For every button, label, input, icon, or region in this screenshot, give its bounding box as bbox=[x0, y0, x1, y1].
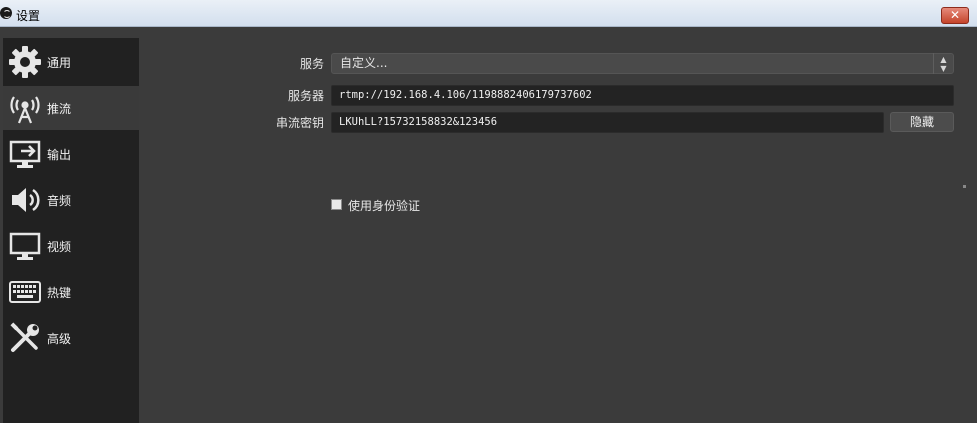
service-select[interactable]: 自定义... ▲ ▼ bbox=[331, 53, 954, 74]
sidebar-item-label: 视频 bbox=[47, 239, 72, 254]
panel-edge-marker bbox=[963, 185, 966, 188]
window-title: 设置 bbox=[16, 9, 41, 23]
tools-icon bbox=[5, 318, 45, 358]
sidebar-item-label: 推流 bbox=[47, 101, 72, 116]
broadcast-tower-icon bbox=[5, 88, 45, 128]
use-auth-label[interactable]: 使用身份验证 bbox=[348, 197, 420, 214]
sidebar-item-label: 高级 bbox=[47, 331, 72, 346]
speaker-icon bbox=[5, 180, 45, 220]
settings-sidebar: 通用 推流 输出 音频 视频 热键 高级 bbox=[3, 38, 139, 423]
sidebar-item-general[interactable]: 通用 bbox=[3, 40, 139, 84]
monitor-output-icon bbox=[5, 134, 45, 174]
service-select-value: 自定义... bbox=[340, 56, 388, 70]
use-auth-checkbox[interactable] bbox=[331, 199, 342, 210]
sidebar-item-audio[interactable]: 音频 bbox=[3, 178, 139, 222]
stream-key-label: 串流密钥 bbox=[275, 116, 324, 130]
sidebar-item-label: 通用 bbox=[47, 55, 72, 70]
service-label: 服务 bbox=[299, 57, 324, 71]
sidebar-item-output[interactable]: 输出 bbox=[3, 132, 139, 176]
sidebar-item-label: 音频 bbox=[47, 193, 72, 208]
close-icon: ✕ bbox=[949, 8, 961, 22]
keyboard-icon bbox=[5, 272, 45, 312]
sidebar-item-video[interactable]: 视频 bbox=[3, 224, 139, 268]
sidebar-item-label: 输出 bbox=[47, 147, 72, 162]
monitor-icon bbox=[5, 226, 45, 266]
stream-key-input[interactable]: LKUhLL?15732158832&123456 bbox=[331, 112, 884, 133]
gear-icon bbox=[5, 42, 45, 82]
sidebar-item-stream[interactable]: 推流 bbox=[3, 86, 139, 130]
sidebar-item-advanced[interactable]: 高级 bbox=[3, 316, 139, 360]
sidebar-item-hotkeys[interactable]: 热键 bbox=[3, 270, 139, 314]
hide-key-button[interactable]: 隐藏 bbox=[890, 112, 954, 132]
window-titlebar: 设置 ✕ bbox=[0, 0, 977, 27]
obs-logo-icon bbox=[0, 7, 12, 19]
server-input[interactable]: rtmp://192.168.4.106/1198882406179737602 bbox=[331, 85, 954, 106]
chevron-updown-icon: ▲ ▼ bbox=[933, 53, 953, 74]
server-label: 服务器 bbox=[287, 89, 324, 103]
close-button[interactable]: ✕ bbox=[941, 7, 969, 24]
sidebar-item-label: 热键 bbox=[47, 285, 72, 300]
